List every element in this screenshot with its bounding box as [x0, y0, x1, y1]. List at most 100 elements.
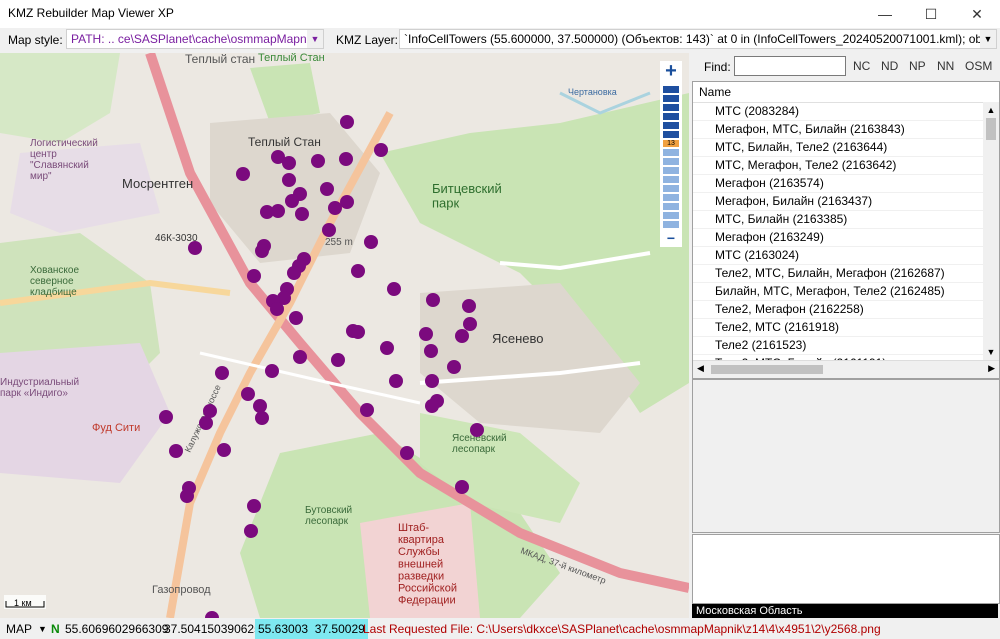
cell-tower-marker[interactable]: [241, 387, 255, 401]
scroll-up-icon[interactable]: ▲: [983, 102, 999, 118]
zoom-out-button[interactable]: −: [660, 231, 682, 247]
cell-tower-marker[interactable]: [169, 444, 183, 458]
list-item[interactable]: МТС (2163024): [693, 247, 999, 265]
cell-tower-marker[interactable]: [244, 524, 258, 538]
zoom-step[interactable]: [663, 185, 679, 192]
close-button[interactable]: ✕: [954, 0, 1000, 28]
cell-tower-marker[interactable]: [455, 329, 469, 343]
cell-tower-marker[interactable]: [463, 317, 477, 331]
list-item[interactable]: Теле2, Мегафон (2162258): [693, 301, 999, 319]
cell-tower-marker[interactable]: [447, 360, 461, 374]
vertical-scrollbar[interactable]: ▲ ▼: [983, 102, 999, 360]
zoom-level-bar[interactable]: 13: [660, 83, 682, 233]
list-item[interactable]: Мегафон, МТС, Билайн (2163843): [693, 121, 999, 139]
zoom-step[interactable]: [663, 167, 679, 174]
map-style-select[interactable]: PATH: .. ce\SASPlanet\cache\osmmapMapnik…: [66, 29, 324, 49]
cell-tower-marker[interactable]: [247, 499, 261, 513]
cell-tower-marker[interactable]: [339, 152, 353, 166]
cell-tower-marker[interactable]: [287, 266, 301, 280]
list-header-name[interactable]: Name: [693, 82, 999, 103]
list-item[interactable]: МТС, Билайн (2163385): [693, 211, 999, 229]
list-item[interactable]: Мегафон (2163249): [693, 229, 999, 247]
scroll-down-icon[interactable]: ▼: [983, 344, 999, 360]
cell-tower-marker[interactable]: [199, 416, 213, 430]
cell-tower-marker[interactable]: [426, 293, 440, 307]
zoom-step[interactable]: [663, 158, 679, 165]
cell-tower-marker[interactable]: [328, 201, 342, 215]
maximize-button[interactable]: ☐: [908, 0, 954, 28]
hscroll-thumb[interactable]: [711, 365, 823, 374]
objects-list[interactable]: Name МТС (2083284) Мегафон, МТС, Билайн (…: [692, 81, 1000, 379]
np-button[interactable]: NP: [909, 59, 926, 73]
horizontal-scrollbar[interactable]: ◀ ▶: [693, 360, 999, 378]
nc-button[interactable]: NC: [853, 59, 870, 73]
list-item[interactable]: Мегафон, Билайн (2163437): [693, 193, 999, 211]
kmz-layer-select[interactable]: `InfoCellTowers (55.600000, 37.500000) (…: [399, 29, 997, 49]
cell-tower-marker[interactable]: [351, 264, 365, 278]
chevron-down-icon[interactable]: ▼: [980, 30, 996, 48]
cell-tower-marker[interactable]: [282, 156, 296, 170]
cell-tower-marker[interactable]: [374, 143, 388, 157]
cell-tower-marker[interactable]: [271, 204, 285, 218]
cell-tower-marker[interactable]: [322, 223, 336, 237]
zoom-step[interactable]: [663, 212, 679, 219]
cell-tower-marker[interactable]: [311, 154, 325, 168]
cell-tower-marker[interactable]: [253, 399, 267, 413]
list-item[interactable]: МТС, Билайн, Теле2 (2163644): [693, 139, 999, 157]
zoom-step[interactable]: [663, 122, 679, 129]
cell-tower-marker[interactable]: [360, 403, 374, 417]
cell-tower-marker[interactable]: [425, 399, 439, 413]
cell-tower-marker[interactable]: [425, 374, 439, 388]
zoom-step[interactable]: [663, 203, 679, 210]
cell-tower-marker[interactable]: [424, 344, 438, 358]
cell-tower-marker[interactable]: [380, 341, 394, 355]
scroll-thumb[interactable]: [986, 118, 996, 140]
cell-tower-marker[interactable]: [470, 423, 484, 437]
cell-tower-marker[interactable]: [400, 446, 414, 460]
zoom-in-button[interactable]: +: [660, 61, 682, 83]
scroll-left-icon[interactable]: ◀: [697, 363, 704, 374]
osm-button[interactable]: OSM: [965, 59, 992, 73]
list-item[interactable]: МТС, Мегафон, Теле2 (2163642): [693, 157, 999, 175]
zoom-step[interactable]: [663, 95, 679, 102]
map-view[interactable]: Теплый стан Теплый Стан Теплый Стан Моср…: [0, 53, 689, 618]
cell-tower-marker[interactable]: [340, 115, 354, 129]
list-item[interactable]: Мегафон (2163574): [693, 175, 999, 193]
cell-tower-marker[interactable]: [364, 235, 378, 249]
cell-tower-marker[interactable]: [455, 480, 469, 494]
zoom-step[interactable]: [663, 149, 679, 156]
chevron-down-icon[interactable]: ▼: [38, 619, 47, 639]
map-mode[interactable]: MAP: [6, 619, 32, 639]
cell-tower-marker[interactable]: [320, 182, 334, 196]
cell-tower-marker[interactable]: [255, 244, 269, 258]
cell-tower-marker[interactable]: [265, 364, 279, 378]
cell-tower-marker[interactable]: [285, 194, 299, 208]
find-input[interactable]: [734, 56, 846, 76]
zoom-current-level[interactable]: 13: [663, 140, 679, 147]
cell-tower-marker[interactable]: [340, 195, 354, 209]
zoom-step[interactable]: [663, 104, 679, 111]
cell-tower-marker[interactable]: [295, 207, 309, 221]
cell-tower-marker[interactable]: [217, 443, 231, 457]
cell-tower-marker[interactable]: [236, 167, 250, 181]
list-item[interactable]: Теле2, МТС (2161918): [693, 319, 999, 337]
cell-tower-marker[interactable]: [247, 269, 261, 283]
cell-tower-marker[interactable]: [462, 299, 476, 313]
cell-tower-marker[interactable]: [387, 282, 401, 296]
cell-tower-marker[interactable]: [419, 327, 433, 341]
cell-tower-marker[interactable]: [203, 404, 217, 418]
zoom-step[interactable]: [663, 86, 679, 93]
cell-tower-marker[interactable]: [255, 411, 269, 425]
zoom-step[interactable]: [663, 131, 679, 138]
cell-tower-marker[interactable]: [389, 374, 403, 388]
zoom-control[interactable]: + 13 −: [660, 61, 682, 247]
list-item[interactable]: Теле2 (2161523): [693, 337, 999, 355]
cell-tower-marker[interactable]: [289, 311, 303, 325]
cell-tower-marker[interactable]: [331, 353, 345, 367]
list-item[interactable]: Теле2, МТС, Билайн, Мегафон (2162687): [693, 265, 999, 283]
minimize-button[interactable]: —: [862, 0, 908, 28]
cell-tower-marker[interactable]: [215, 366, 229, 380]
cell-tower-marker[interactable]: [293, 350, 307, 364]
cell-tower-marker[interactable]: [270, 302, 284, 316]
nn-button[interactable]: NN: [937, 59, 954, 73]
